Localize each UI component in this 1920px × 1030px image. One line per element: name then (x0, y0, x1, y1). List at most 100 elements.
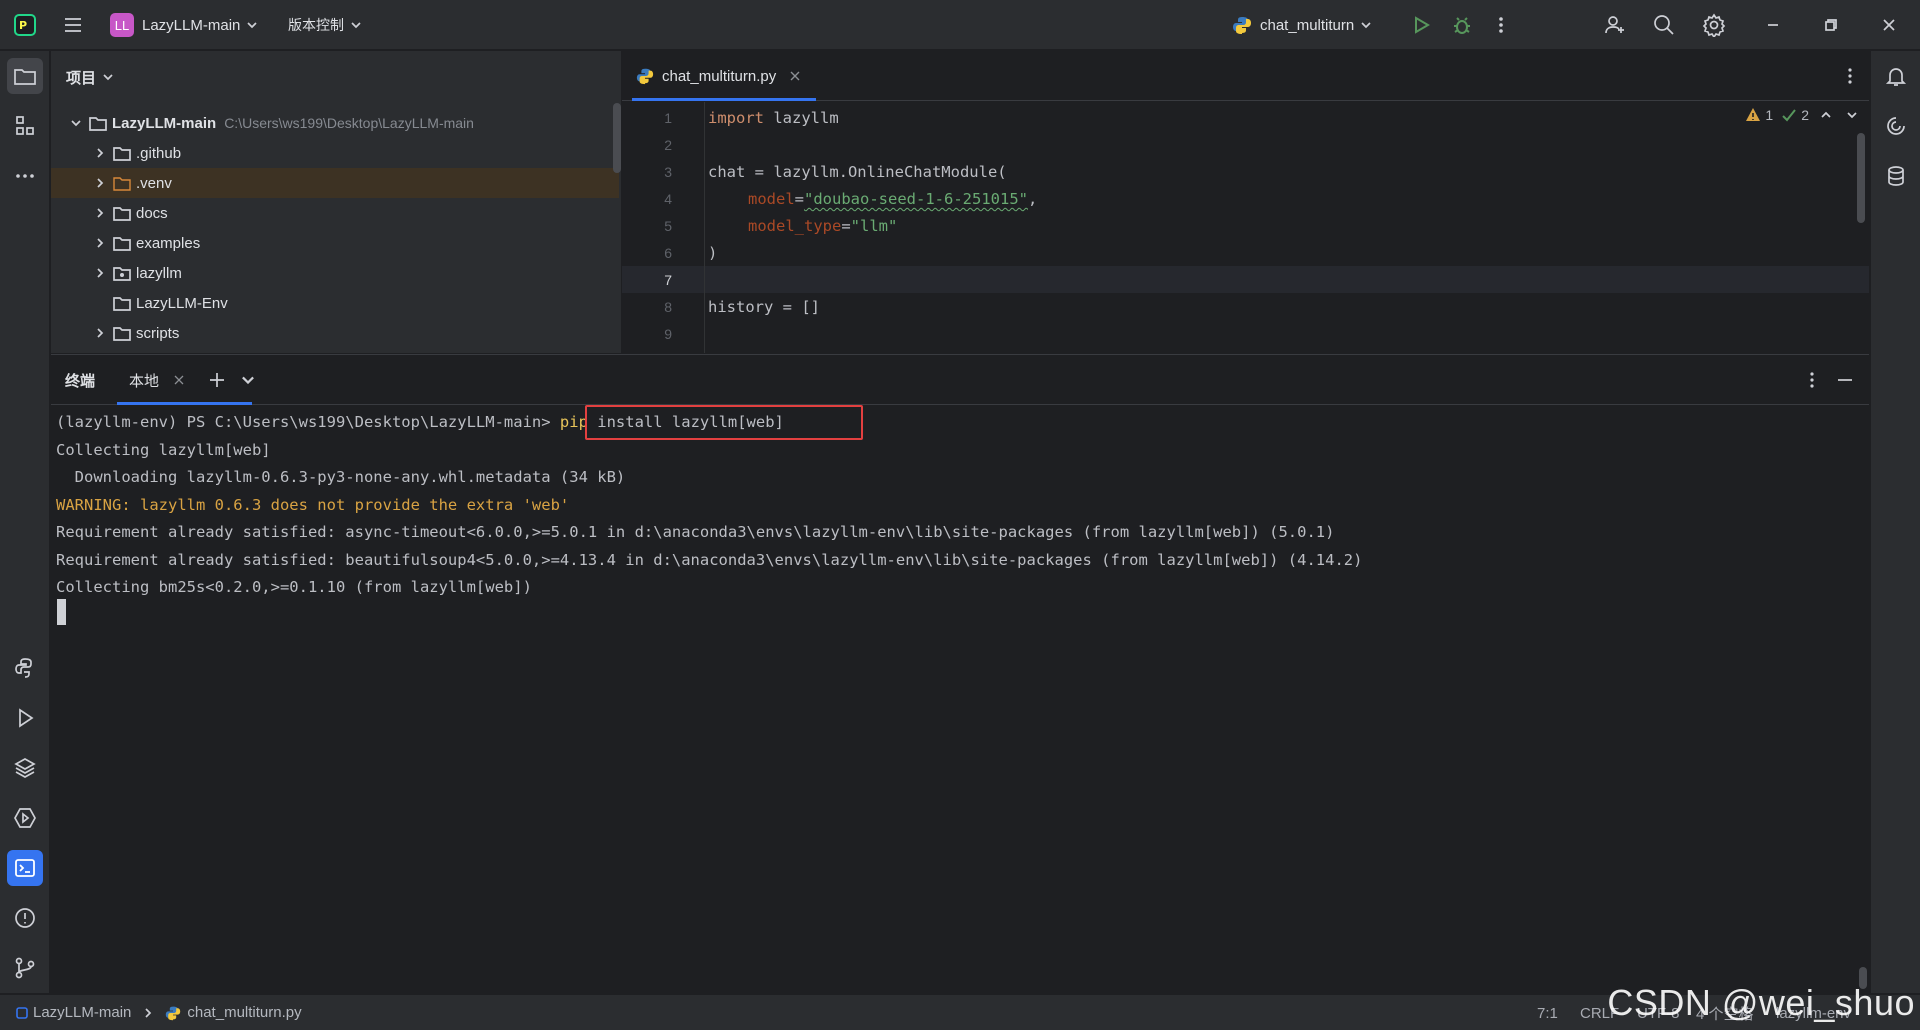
gutter-divider (704, 102, 705, 353)
project-scrollbar[interactable] (613, 103, 621, 173)
folder-icon (113, 236, 131, 251)
code-line-3[interactable]: chat = lazyllm.OnlineChatModule( (708, 159, 1007, 186)
debug-button[interactable] (1451, 0, 1473, 50)
database-button[interactable] (1878, 158, 1914, 194)
vcs-label: 版本控制 (288, 17, 344, 33)
problems-tool-button[interactable] (7, 900, 43, 936)
python-console-button[interactable] (7, 650, 43, 686)
terminal-command-pip: pip (559, 413, 588, 431)
code-text: ) (708, 244, 718, 262)
breadcrumb-project[interactable]: LazyLLM-main (33, 1004, 131, 1021)
bell-icon (1885, 68, 1907, 86)
terminal-output-line: Collecting bm25s<0.2.0,>=0.1.10 (from la… (56, 578, 532, 596)
terminal-dropdown-icon[interactable] (239, 371, 257, 393)
chevron-right-icon (97, 238, 104, 248)
project-switcher[interactable]: LL LazyLLM-main (110, 0, 259, 50)
editor-scrollbar[interactable] (1857, 133, 1865, 223)
terminal-warning-line: WARNING: lazyllm 0.6.3 does not provide … (56, 496, 570, 514)
tree-root-item[interactable]: LazyLLM-main C:\Users\ws199\Desktop\Lazy… (51, 108, 619, 138)
line-number-current: 7 (664, 272, 672, 288)
code-line-1[interactable]: import lazyllm (708, 105, 839, 132)
run-tool-button[interactable] (7, 700, 43, 736)
app-logo-icon[interactable]: P (14, 0, 36, 50)
module-icon (16, 1006, 28, 1019)
tree-item-examples[interactable]: examples (51, 228, 619, 258)
services-tool-button[interactable] (7, 800, 43, 836)
layers-tool-button[interactable] (7, 750, 43, 786)
left-tool-strip (0, 51, 50, 993)
hide-panel-icon[interactable] (1835, 369, 1855, 395)
code-text: = (794, 190, 805, 208)
notifications-button[interactable] (1878, 58, 1914, 94)
structure-tool-button[interactable] (7, 108, 43, 144)
close-window-button[interactable] (1881, 0, 1897, 50)
close-tab-icon[interactable] (788, 69, 802, 83)
main-menu-icon[interactable] (62, 0, 84, 50)
folder-icon (113, 326, 131, 341)
chevron-up-icon[interactable] (1819, 108, 1833, 122)
tree-item-lazyllm[interactable]: lazyllm (51, 258, 619, 288)
code-line-4[interactable]: model="doubao-seed-1-6-251015", (748, 186, 1037, 213)
tree-item-label: examples (136, 234, 201, 252)
vcs-menu[interactable]: 版本控制 (288, 0, 363, 50)
chevron-down-icon[interactable] (1845, 108, 1859, 122)
run-button[interactable] (1410, 0, 1432, 50)
terminal-tool-button[interactable] (7, 850, 43, 886)
inspection-widget[interactable]: 1 2 (1745, 107, 1859, 123)
tree-item-label: docs (136, 204, 168, 222)
problems-icon (15, 908, 35, 928)
ai-assistant-button[interactable] (1878, 108, 1914, 144)
structure-icon (16, 116, 34, 135)
folder-icon (89, 116, 107, 131)
warnings-count: 1 (1765, 107, 1774, 123)
tree-item-scripts[interactable]: scripts (51, 318, 619, 348)
editor-more-icon[interactable] (1845, 65, 1855, 91)
code-line-6[interactable]: ) (708, 240, 717, 267)
check-icon (1782, 109, 1796, 122)
minimize-button[interactable] (1765, 0, 1781, 50)
terminal-more-icon[interactable] (1807, 369, 1817, 395)
editor-tab[interactable]: chat_multiturn.py (632, 51, 817, 101)
terminal-tab-local[interactable]: 本地 (117, 355, 252, 405)
code-text: chat = lazyllm.OnlineChatModule( (708, 163, 1007, 181)
code-line-8[interactable]: history = [] (708, 294, 820, 321)
checks-count: 2 (1801, 107, 1809, 123)
close-icon (1883, 19, 1895, 31)
python-file-icon (636, 68, 654, 85)
restore-button[interactable] (1823, 0, 1839, 50)
terminal-icon (15, 859, 35, 877)
more-actions-icon[interactable] (1496, 0, 1506, 50)
param-name: model_type (748, 217, 842, 235)
line-number: 4 (664, 191, 672, 207)
tree-item-github[interactable]: .github (51, 138, 619, 168)
chevron-down-icon (103, 74, 113, 81)
git-tool-button[interactable] (7, 950, 43, 986)
new-terminal-icon[interactable] (206, 369, 228, 395)
more-tools-icon[interactable] (7, 158, 43, 194)
add-user-icon[interactable] (1603, 0, 1627, 50)
gear-icon[interactable] (1702, 0, 1726, 50)
project-panel-header[interactable]: 项目 (51, 51, 621, 103)
excluded-folder-icon (113, 176, 131, 191)
layers-icon (14, 758, 36, 778)
terminal-prompt: (lazyllm-env) PS C:\Users\ws199\Desktop\… (56, 413, 560, 431)
tree-root-name: LazyLLM-main (112, 114, 217, 132)
tree-item-docs[interactable]: docs (51, 198, 619, 228)
caret-position[interactable]: 7:1 (1537, 995, 1558, 1030)
breadcrumb-file[interactable]: chat_multiturn.py (187, 1004, 301, 1021)
close-tab-icon[interactable] (173, 374, 185, 386)
code-line-5[interactable]: model_type="llm" (748, 213, 897, 240)
project-tool-button[interactable] (7, 58, 43, 94)
search-icon[interactable] (1652, 0, 1676, 50)
code-text: lazyllm (764, 109, 839, 127)
watermark: CSDN @wei_shuo (1607, 982, 1915, 1023)
terminal-panel: 终端 本地 (lazyllm-env) PS C:\Users\ws199\De… (51, 354, 1869, 993)
line-number: 5 (664, 218, 672, 234)
editor-tab-bar: chat_multiturn.py (622, 51, 1869, 101)
run-config-selector[interactable]: chat_multiturn (1232, 0, 1373, 50)
terminal-cursor (57, 599, 66, 625)
current-line-highlight (622, 266, 1869, 293)
line-number: 8 (664, 299, 672, 315)
tree-item-lazyllm-env[interactable]: LazyLLM-Env (51, 288, 619, 318)
tree-item-venv[interactable]: .venv (51, 168, 619, 198)
